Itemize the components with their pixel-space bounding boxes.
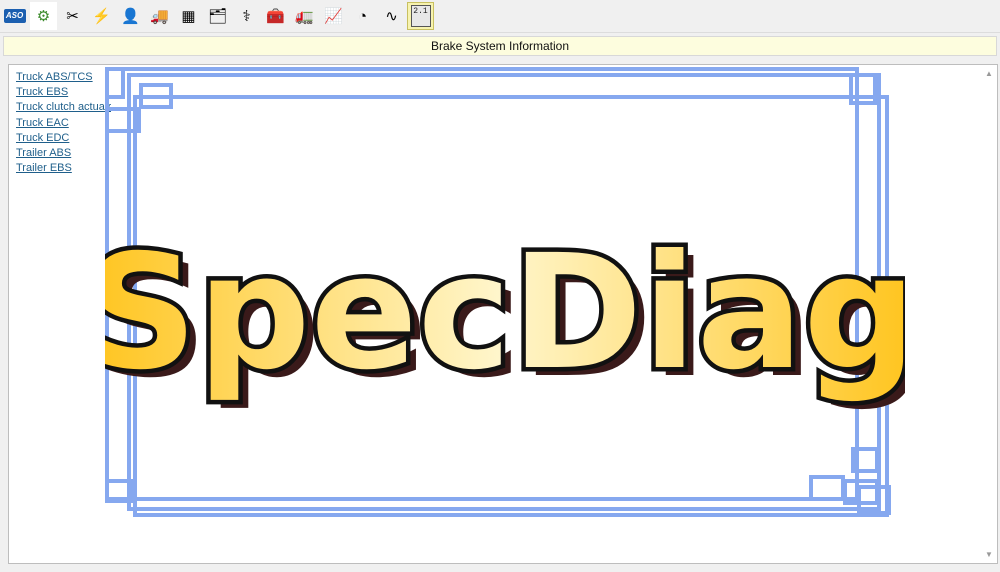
content-panel: Truck ABS/TCS Truck EBS Truck clutch act… xyxy=(8,64,998,564)
brake-system-links: Truck ABS/TCS Truck EBS Truck clutch act… xyxy=(16,70,111,176)
wiring-info-icon[interactable]: ⚡ xyxy=(88,2,115,30)
tools-info-icon[interactable]: ✂ xyxy=(59,2,86,30)
chart-icon[interactable]: 📈 xyxy=(320,2,347,30)
gear-info-icon[interactable]: ⚙ xyxy=(30,2,57,30)
stethoscope-icon[interactable]: ⚕ xyxy=(233,2,260,30)
link-truck-abs-tcs[interactable]: Truck ABS/TCS xyxy=(16,70,111,85)
scroll-down-arrow-icon[interactable]: ▼ xyxy=(985,550,993,559)
truck-document-icon[interactable]: 🚛 xyxy=(291,2,318,30)
specdiag-logo: SpecDiag SpecDiag xyxy=(105,67,905,517)
engine-info-icon[interactable]: ▦ xyxy=(175,2,202,30)
link-truck-eac[interactable]: Truck EAC xyxy=(16,116,111,131)
vertical-scrollbar[interactable]: ▲ ▼ xyxy=(982,65,997,563)
link-truck-clutch-actuator[interactable]: Truck clutch actuator xyxy=(16,100,111,115)
gauge-icon[interactable]: ◔ xyxy=(349,2,376,30)
aso-icon[interactable]: ASO xyxy=(1,2,28,30)
toolbox-icon[interactable]: 🧰 xyxy=(262,2,289,30)
calculator-icon-label: 2.1 xyxy=(410,5,431,27)
technician-info-icon[interactable]: 👤 xyxy=(117,2,144,30)
calculator-icon[interactable]: 2.1 xyxy=(407,2,434,30)
scroll-up-arrow-icon[interactable]: ▲ xyxy=(985,69,993,78)
truck-info-icon[interactable]: 🚚 xyxy=(146,2,173,30)
link-trailer-abs[interactable]: Trailer ABS xyxy=(16,146,111,161)
link-trailer-ebs[interactable]: Trailer EBS xyxy=(16,161,111,176)
oscilloscope-icon[interactable]: ∿ xyxy=(378,2,405,30)
folder-map-icon[interactable]: 🗂 xyxy=(204,2,231,30)
link-truck-edc[interactable]: Truck EDC xyxy=(16,131,111,146)
page-title: Brake System Information xyxy=(3,36,997,56)
toolbar: ASO ⚙ ✂ ⚡ 👤 🚚 ▦ 🗂 ⚕ 🧰 🚛 📈 ◔ ∿ 2.1 xyxy=(0,0,1000,33)
logo-text: SpecDiag xyxy=(105,221,905,405)
link-truck-ebs[interactable]: Truck EBS xyxy=(16,85,111,100)
aso-icon-label: ASO xyxy=(3,9,26,23)
